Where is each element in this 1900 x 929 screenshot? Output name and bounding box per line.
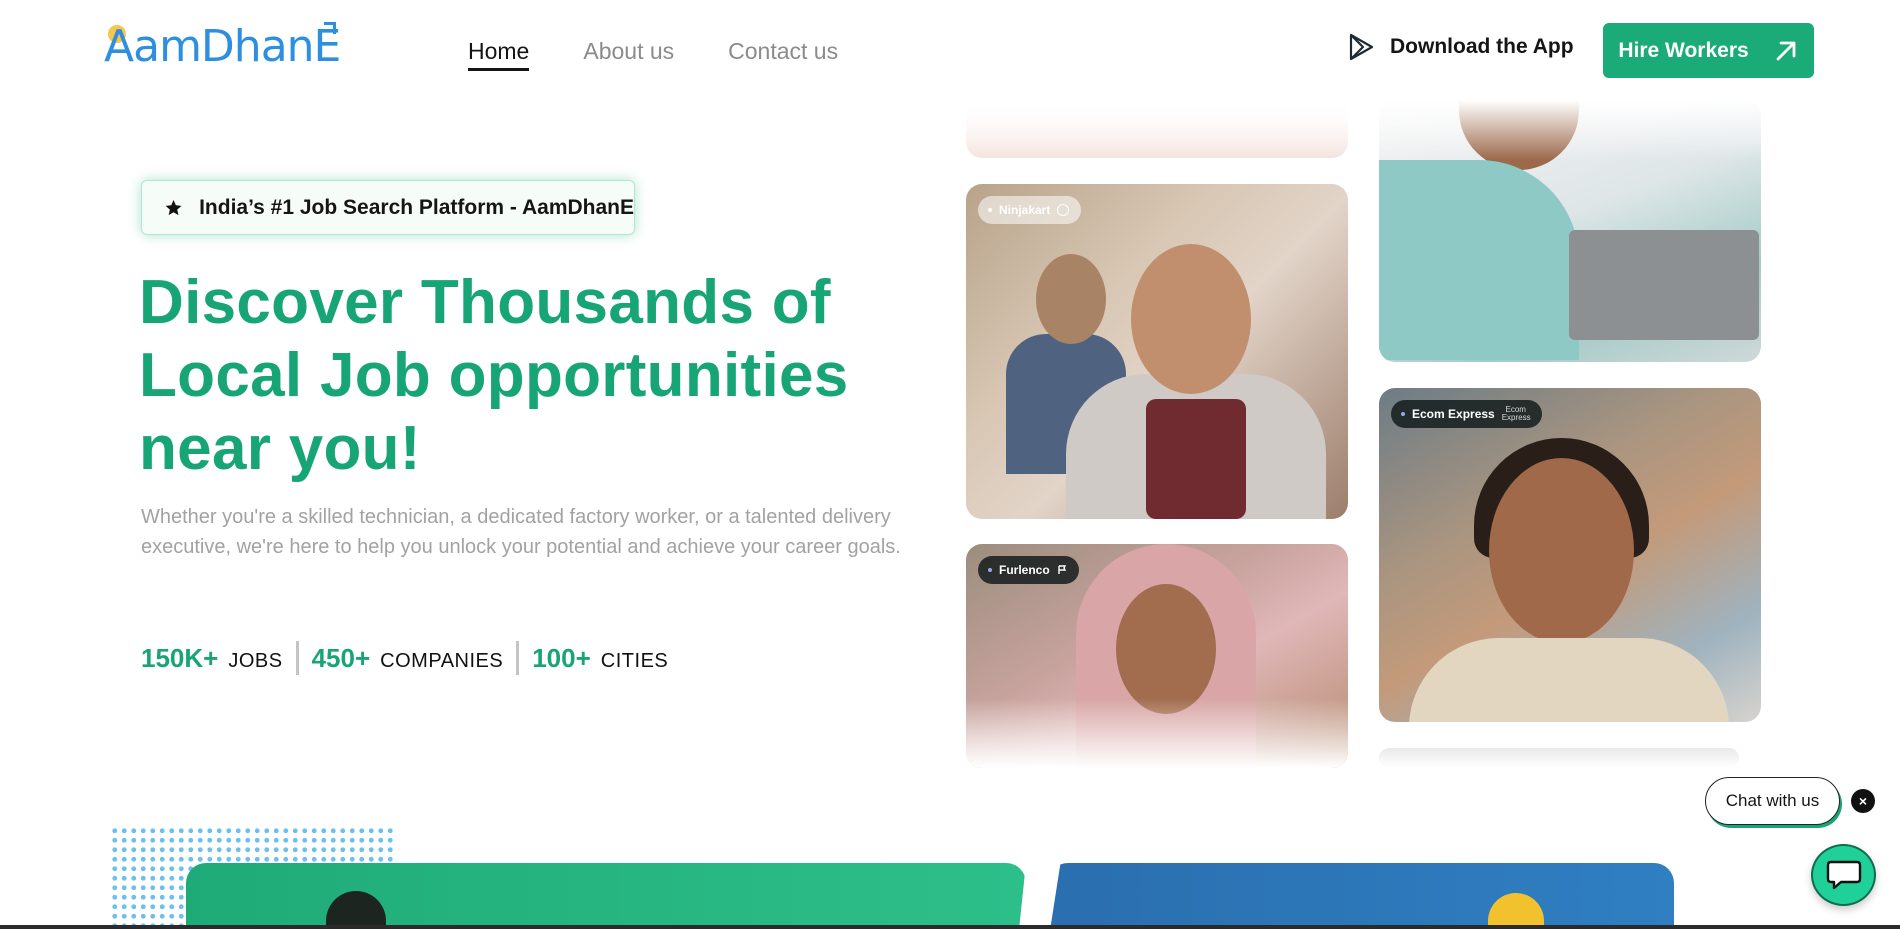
chat-launcher-button[interactable] (1811, 844, 1876, 906)
stat-companies: 450+ COMPANIES (312, 643, 504, 674)
company-tag: Furlenco (978, 556, 1079, 584)
photo-figure (1409, 638, 1729, 722)
photo-fade (966, 100, 1348, 158)
photo-fade (966, 698, 1348, 768)
hero-title-line: Discover Thousands of (139, 268, 831, 337)
hire-workers-button[interactable]: Hire Workers (1603, 23, 1814, 78)
tag-dot (1401, 412, 1405, 416)
feature-card-blue (1048, 863, 1674, 929)
photo-figure (1146, 399, 1246, 519)
photo-figure (1036, 254, 1106, 344)
nav-home[interactable]: Home (468, 36, 530, 71)
hero-description: Whether you're a skilled technician, a d… (141, 506, 901, 558)
hero-title-line: near you! (139, 414, 421, 483)
company-tag-label: Ninjakart (999, 203, 1051, 217)
stat-value: 450+ (311, 642, 371, 673)
tag-dot (988, 568, 992, 572)
worker-photo-partial-bottom (1379, 748, 1739, 768)
hire-workers-label: Hire Workers (1618, 38, 1749, 62)
stat-value: 100+ (532, 642, 591, 673)
company-tag: Ninjakart (978, 196, 1082, 224)
chat-close-icon[interactable]: × (1851, 789, 1875, 813)
download-app-label: Download the App (1390, 35, 1574, 58)
worker-photo-ecom-express: Ecom Express Ecom Express (1379, 388, 1761, 722)
chat-with-us-button[interactable]: Chat with us (1705, 777, 1840, 825)
photo-figure (1379, 160, 1579, 360)
chat-with-us-label: Chat with us (1725, 791, 1820, 810)
company-tag-label: Ecom Express (1412, 407, 1495, 421)
photo-figure (1489, 458, 1634, 643)
company-tag-label: Furlenco (999, 563, 1050, 577)
hero-title-line: Local Job opportunities (139, 341, 849, 410)
nav-about-us[interactable]: About us (583, 36, 674, 71)
aamdhane-logo[interactable]: AamDhanE (104, 21, 341, 72)
stat-divider (516, 641, 520, 675)
play-store-icon (1349, 33, 1374, 61)
stats-row: 150K+ JOBS 450+ COMPANIES 100+ CITIES (141, 640, 668, 676)
hero-title: Discover Thousands of Local Job opportun… (139, 266, 939, 485)
worker-photo-ninjakart: Ninjakart (966, 184, 1348, 519)
page-bottom-border (0, 925, 1900, 929)
worker-photo-partial-top (966, 100, 1348, 158)
stat-label: COMPANIES (380, 649, 504, 672)
ninjakart-logo-icon (1057, 204, 1070, 216)
photo-figure (1131, 244, 1251, 394)
worker-photo-factory (1379, 100, 1761, 362)
stat-divider (295, 641, 299, 675)
worker-photo-furlenco: Furlenco (966, 544, 1348, 768)
photo-fade (1379, 100, 1761, 160)
logo-text: AamDhanE (104, 21, 341, 72)
feature-card-green (186, 863, 1026, 929)
ecom-express-logo-icon: Ecom Express (1501, 405, 1531, 422)
photo-figure (1116, 584, 1216, 714)
company-tag: Ecom Express Ecom Express (1391, 400, 1542, 428)
stat-value: 150K+ (141, 642, 219, 673)
chat-bubble-icon (1826, 860, 1861, 890)
stat-jobs: 150K+ JOBS (141, 643, 283, 674)
download-app-link[interactable]: Download the App (1346, 32, 1574, 62)
star-icon (165, 199, 182, 215)
nav-contact-us[interactable]: Contact us (728, 36, 838, 71)
stat-label: CITIES (600, 649, 669, 672)
arrow-up-right-icon (1776, 41, 1796, 60)
stat-cities: 100+ CITIES (532, 643, 668, 674)
photo-figure (1569, 230, 1759, 340)
logo-arrow-icon (324, 22, 336, 34)
stat-label: JOBS (228, 649, 283, 672)
flag-icon (1057, 565, 1066, 574)
hard-hat-figure (1488, 893, 1544, 929)
tag-dot (988, 208, 992, 212)
platform-badge: India’s #1 Job Search Platform - AamDhan… (141, 180, 635, 235)
photo-figure (326, 891, 386, 929)
platform-badge-text: India’s #1 Job Search Platform - AamDhan… (199, 195, 634, 219)
main-nav: Home About us Contact us (468, 36, 838, 71)
site-header: AamDhanE Home About us Contact us Downlo… (0, 0, 1900, 100)
